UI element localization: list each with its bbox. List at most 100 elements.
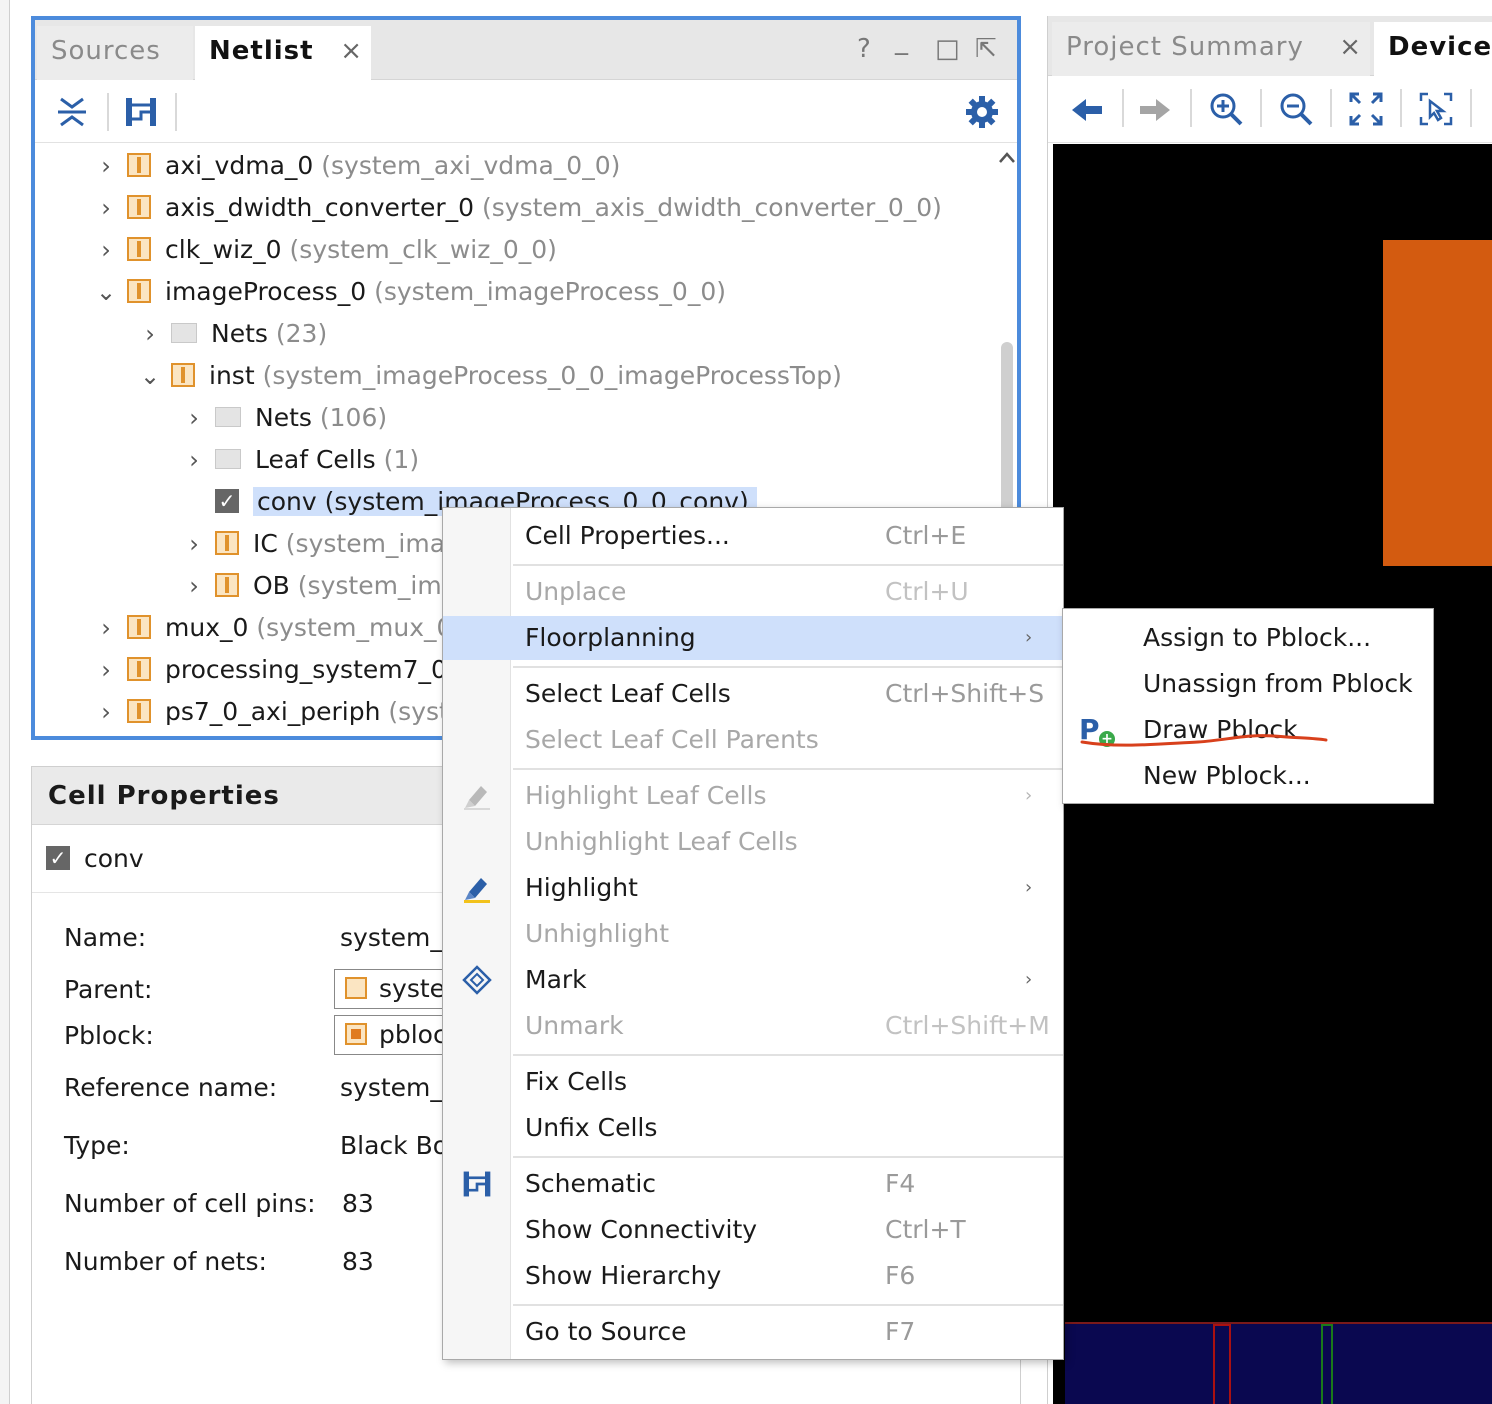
menu-item-shortcut: Ctrl+T <box>885 1215 966 1244</box>
menu-item-shortcut: F6 <box>885 1261 916 1290</box>
context-menu: Cell Properties... Ctrl+E Unplace Ctrl+U… <box>442 507 1064 1360</box>
menu-item-fix-cells[interactable]: Fix Cells <box>443 1060 1063 1104</box>
menu-item-label: Go to Source <box>525 1317 687 1346</box>
menu-item-cell-properties[interactable]: Cell Properties... Ctrl+E <box>443 514 1063 558</box>
tree-row[interactable]: › axis_dwidth_converter_0 (system_axis_dw… <box>95 188 942 230</box>
tree-row[interactable]: › clk_wiz_0 (system_clk_wiz_0_0) <box>95 230 557 272</box>
schematic-icon[interactable] <box>123 95 159 129</box>
menu-item-shortcut: Ctrl+E <box>885 521 967 550</box>
gear-icon[interactable] <box>965 95 999 129</box>
collapse-all-icon[interactable] <box>55 95 89 129</box>
zoom-in-icon[interactable] <box>1208 91 1244 127</box>
toolbar-separator <box>1190 89 1192 127</box>
menu-item-shortcut: Ctrl+Shift+M <box>885 1011 1050 1040</box>
expand-chevron-icon[interactable]: › <box>95 146 117 186</box>
toolbar-separator <box>175 93 177 131</box>
close-tab-icon[interactable]: × <box>340 26 363 76</box>
tab-netlist[interactable]: Netlist × <box>195 26 371 80</box>
minimize-icon[interactable]: _ <box>895 26 908 56</box>
tree-row[interactable]: ⌄ imageProcess_0 (system_imageProcess_0_0… <box>95 272 726 314</box>
tree-row[interactable]: › OB (system_ima <box>183 566 457 608</box>
maximize-icon[interactable]: □ <box>935 34 960 64</box>
floorplanning-submenu: Assign to Pblock... Unassign from Pblock… <box>1062 608 1434 804</box>
zoom-selection-icon[interactable] <box>1418 91 1454 127</box>
device-fabric-region <box>1065 1322 1492 1404</box>
menu-separator <box>513 768 1063 770</box>
menu-separator <box>513 1054 1063 1056</box>
fit-view-icon[interactable] <box>1348 91 1384 127</box>
menu-item-select-leaf-cells[interactable]: Select Leaf Cells Ctrl+Shift+S <box>443 672 1063 716</box>
tree-row[interactable]: › Nets (106) <box>183 398 387 440</box>
toolbar-separator <box>1260 89 1262 127</box>
checkbox-checked-icon[interactable]: ✓ <box>46 846 70 870</box>
expand-chevron-icon[interactable]: › <box>95 692 117 732</box>
tree-row[interactable]: › IC (system_imag <box>183 524 461 566</box>
tree-row-name: clk_wiz_0 <box>165 235 282 264</box>
expand-chevron-icon[interactable]: › <box>183 524 205 564</box>
menu-item-unfix-cells[interactable]: Unfix Cells <box>443 1106 1063 1150</box>
red-underline-annotation <box>1078 728 1330 752</box>
checkbox-checked-icon[interactable]: ✓ <box>215 489 239 513</box>
expand-chevron-icon[interactable]: › <box>183 398 205 438</box>
highlighter-disabled-icon <box>461 780 493 812</box>
tab-project-summary[interactable]: Project Summary × <box>1052 22 1370 76</box>
expand-chevron-icon[interactable]: › <box>95 650 117 690</box>
prop-nets-label: Number of nets: <box>64 1247 267 1276</box>
tree-row-sub: (system_axi_vdma_0_0) <box>321 151 621 180</box>
expand-chevron-icon[interactable]: › <box>95 230 117 270</box>
tree-row[interactable]: › Leaf Cells (1) <box>183 440 419 482</box>
expand-chevron-icon[interactable]: › <box>183 440 205 480</box>
menu-item-show-connectivity[interactable]: Show Connectivity Ctrl+T <box>443 1208 1063 1252</box>
cell-icon <box>345 977 367 999</box>
toolbar-separator <box>107 93 109 131</box>
tree-row[interactable]: › mux_0 (system_mux_0 <box>95 608 452 650</box>
menu-item-floorplanning[interactable]: Floorplanning › <box>443 616 1063 660</box>
menu-item-label: Select Leaf Cell Parents <box>525 725 819 754</box>
zoom-out-icon[interactable] <box>1278 91 1314 127</box>
tree-row[interactable]: › processing_system7_0 <box>95 650 447 692</box>
menu-item-label: Unhighlight Leaf Cells <box>525 827 798 856</box>
expand-chevron-icon[interactable]: › <box>95 188 117 228</box>
menu-item-unassign-from-pblock[interactable]: Unassign from Pblock <box>1063 661 1433 707</box>
forward-arrow-icon[interactable] <box>1138 93 1172 127</box>
tab-sources[interactable]: Sources <box>37 26 193 80</box>
menu-item-show-hierarchy[interactable]: Show Hierarchy F6 <box>443 1254 1063 1298</box>
menu-item-highlight[interactable]: Highlight › <box>443 866 1063 910</box>
menu-item-mark[interactable]: Mark › <box>443 958 1063 1002</box>
back-arrow-icon[interactable] <box>1070 93 1104 127</box>
tree-row[interactable]: › axi_vdma_0 (system_axi_vdma_0_0) <box>95 146 620 188</box>
menu-item-go-to-source[interactable]: Go to Source F7 <box>443 1310 1063 1354</box>
menu-item-new-pblock[interactable]: New Pblock... <box>1063 753 1433 799</box>
expand-chevron-icon[interactable]: › <box>183 566 205 606</box>
menu-item-schematic[interactable]: Schematic F4 <box>443 1162 1063 1206</box>
tree-row-sub: (system_imageProcess_0_0_imageProcessTop… <box>262 361 842 390</box>
expand-chevron-icon[interactable]: › <box>139 314 161 354</box>
expand-chevron-icon[interactable]: › <box>95 608 117 648</box>
help-icon[interactable]: ? <box>857 34 871 64</box>
device-tab-bar: Project Summary × Device <box>1048 16 1492 76</box>
collapse-chevron-icon[interactable]: ⌄ <box>139 356 161 396</box>
tree-row-name: axi_vdma_0 <box>165 151 314 180</box>
tree-row[interactable]: ⌄ inst (system_imageProcess_0_0_imageProc… <box>139 356 842 398</box>
tree-row[interactable]: › Nets (23) <box>139 314 327 356</box>
menu-separator <box>513 1156 1063 1158</box>
folder-icon <box>215 449 241 469</box>
tree-row-sub: (system_ima <box>297 571 458 600</box>
scroll-up-icon[interactable] <box>997 148 1017 168</box>
menu-item-highlight-leaf-cells: Highlight Leaf Cells › <box>443 774 1063 818</box>
prop-pins-label: Number of cell pins: <box>64 1189 316 1218</box>
prop-pins-value: 83 <box>342 1189 374 1218</box>
prop-pblock-value: pbloc <box>379 1020 447 1049</box>
collapse-chevron-icon[interactable]: ⌄ <box>95 272 117 312</box>
tree-row[interactable]: › ps7_0_axi_periph (syst <box>95 692 449 734</box>
menu-item-label: Show Connectivity <box>525 1215 758 1244</box>
device-toolbar <box>1048 77 1492 143</box>
tab-device[interactable]: Device <box>1374 22 1492 76</box>
close-tab-icon[interactable]: × <box>1339 22 1362 72</box>
device-column-red <box>1213 1324 1231 1404</box>
menu-item-label: Schematic <box>525 1169 657 1198</box>
pblock-region[interactable] <box>1383 240 1492 566</box>
menu-item-assign-to-pblock[interactable]: Assign to Pblock... <box>1063 615 1433 661</box>
float-window-icon[interactable]: ⇱ <box>975 34 997 64</box>
menu-item-unplace: Unplace Ctrl+U <box>443 570 1063 614</box>
